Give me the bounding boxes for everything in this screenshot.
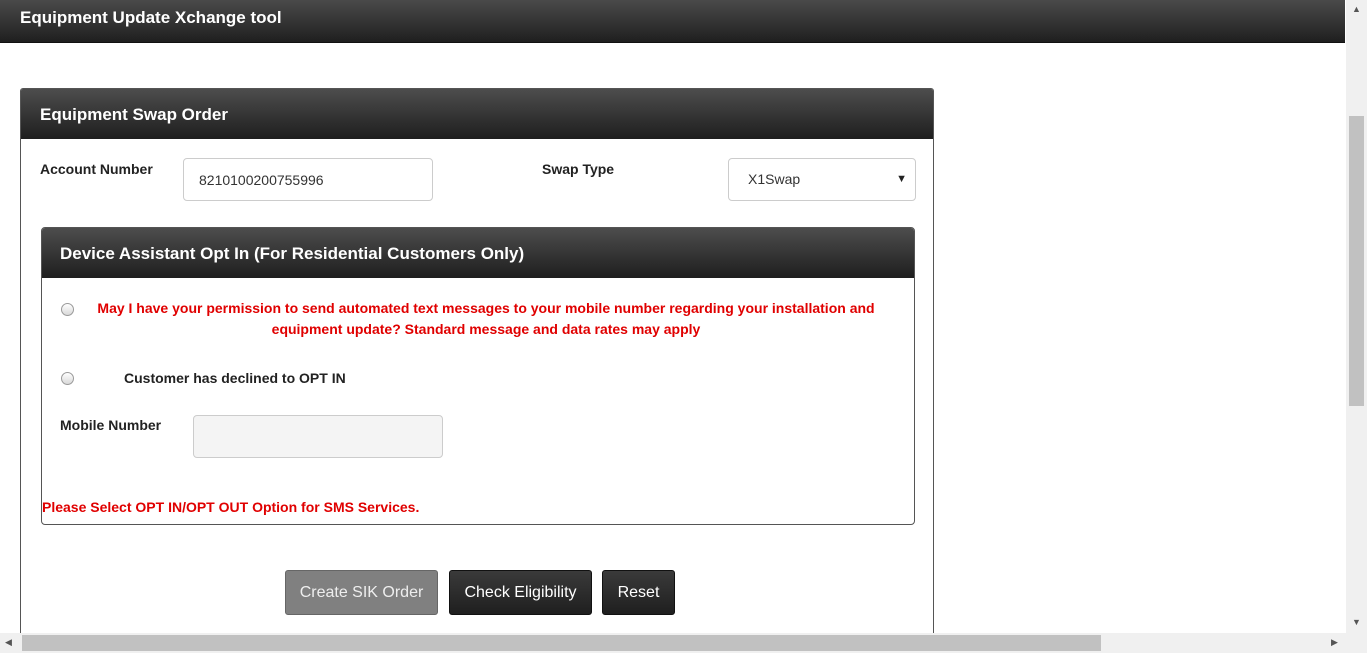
vertical-scrollbar[interactable]: ▲ ▼ (1346, 0, 1367, 633)
account-number-label: Account Number (40, 161, 153, 177)
permission-question: May I have your permission to send autom… (97, 300, 875, 337)
app-header: Equipment Update Xchange tool (0, 0, 1345, 43)
reset-button[interactable]: Reset (602, 570, 675, 615)
scroll-right-icon[interactable]: ▶ (1331, 637, 1338, 648)
scroll-down-icon[interactable]: ▼ (1352, 617, 1361, 627)
scrollbar-corner (1346, 633, 1367, 653)
panel-title: Equipment Swap Order (40, 105, 228, 124)
swap-type-label: Swap Type (542, 161, 615, 177)
mobile-number-label: Mobile Number (60, 417, 162, 433)
swap-type-select[interactable]: X1Swap ▼ (728, 158, 916, 201)
panel-header: Equipment Swap Order (21, 89, 933, 139)
subpanel-title: Device Assistant Opt In (For Residential… (60, 244, 525, 263)
swap-type-value: X1Swap (748, 171, 801, 187)
vertical-scroll-thumb[interactable] (1349, 116, 1364, 406)
equipment-swap-panel: Equipment Swap Order Account Number Swap… (20, 88, 934, 650)
horizontal-scrollbar[interactable]: ◀ ▶ (0, 633, 1346, 653)
subpanel-header: Device Assistant Opt In (For Residential… (42, 228, 914, 278)
device-assistant-opt-in-panel: Device Assistant Opt In (For Residential… (41, 227, 915, 525)
horizontal-scroll-thumb[interactable] (22, 635, 1101, 651)
check-eligibility-button[interactable]: Check Eligibility (449, 570, 592, 615)
scroll-up-icon[interactable]: ▲ (1352, 4, 1361, 14)
chevron-down-icon: ▼ (896, 173, 907, 185)
scroll-left-icon[interactable]: ◀ (5, 637, 12, 648)
opt-in-radio[interactable] (61, 303, 74, 316)
create-sik-order-button[interactable]: Create SIK Order (285, 570, 438, 615)
mobile-number-input[interactable] (193, 415, 443, 458)
opt-out-radio[interactable] (61, 372, 74, 385)
account-number-input[interactable] (183, 158, 433, 201)
opt-in-error-message: Please Select OPT IN/OPT OUT Option for … (42, 499, 420, 515)
app-title: Equipment Update Xchange tool (20, 8, 282, 27)
opt-in-body: May I have your permission to send autom… (42, 278, 914, 524)
declined-opt-in-label: Customer has declined to OPT IN (124, 370, 346, 386)
